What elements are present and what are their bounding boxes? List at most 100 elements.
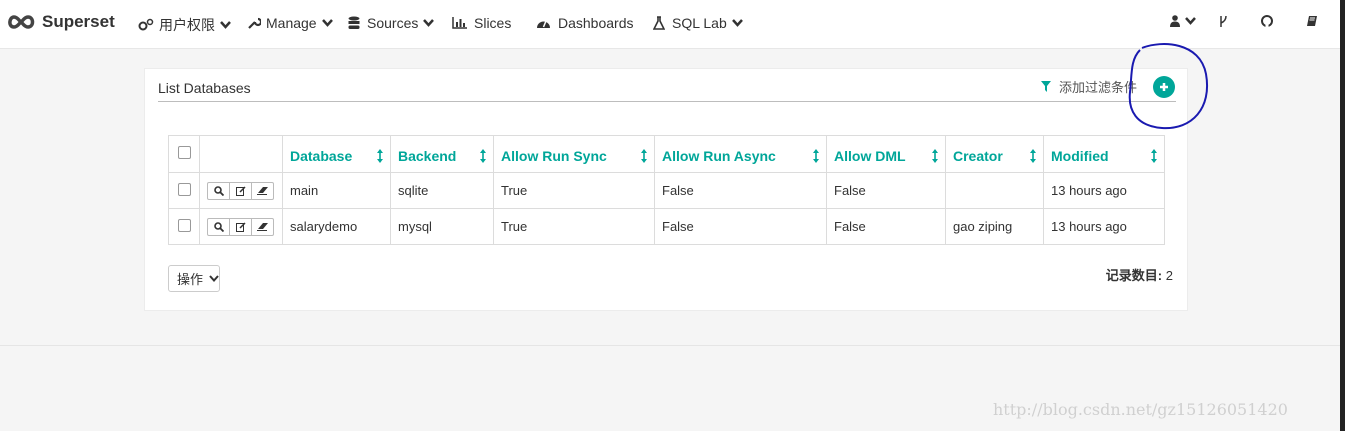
user-menu[interactable] bbox=[1170, 15, 1196, 27]
sort-icon bbox=[1030, 149, 1036, 163]
wrench-icon bbox=[248, 17, 261, 29]
col-database[interactable]: Database bbox=[282, 135, 391, 173]
cell-creator bbox=[945, 172, 1044, 209]
filter-icon bbox=[1041, 81, 1051, 92]
col-allow-run-sync[interactable]: Allow Run Sync bbox=[493, 135, 655, 173]
select-all-checkbox[interactable] bbox=[177, 146, 191, 159]
brand-name: Superset bbox=[42, 12, 115, 31]
search-icon bbox=[213, 185, 224, 196]
row-select-cell bbox=[168, 172, 200, 209]
flask-icon bbox=[653, 16, 665, 30]
sort-icon bbox=[1151, 149, 1157, 163]
cell-backend: sqlite bbox=[390, 172, 494, 209]
chevron-down-icon bbox=[321, 19, 333, 27]
column-header-label: Backend bbox=[398, 148, 457, 164]
select-all-cell bbox=[168, 135, 200, 173]
actions-dropdown[interactable]: 操作 bbox=[168, 265, 220, 292]
nav-link-slices[interactable]: Slices bbox=[452, 15, 511, 31]
user-icon bbox=[1170, 15, 1180, 27]
gears-icon bbox=[138, 18, 154, 31]
row-checkbox[interactable] bbox=[177, 182, 191, 196]
column-header-label: Modified bbox=[1051, 148, 1109, 164]
nav-label: SQL Lab bbox=[672, 15, 727, 31]
cell-allow-run-async: False bbox=[654, 172, 827, 209]
delete-record-button[interactable] bbox=[251, 182, 273, 199]
cell-backend: mysql bbox=[390, 208, 494, 245]
chevron-down-icon bbox=[220, 21, 231, 29]
cell-database: main bbox=[282, 172, 391, 209]
chevron-down-icon bbox=[209, 275, 219, 282]
delete-record-button[interactable] bbox=[251, 218, 273, 235]
edit-record-button[interactable] bbox=[229, 218, 251, 235]
nav-menu-sources[interactable]: Sources bbox=[348, 15, 435, 31]
window-edge bbox=[1340, 0, 1345, 431]
eraser-icon bbox=[256, 223, 268, 231]
col-allow-run-async[interactable]: Allow Run Async bbox=[654, 135, 827, 173]
record-count-value: 2 bbox=[1165, 268, 1173, 283]
table-row: main sqlite True False False 13 hours ag… bbox=[168, 172, 1165, 209]
dashboard-icon bbox=[537, 20, 550, 28]
cell-allow-dml: False bbox=[826, 172, 946, 209]
search-icon bbox=[213, 221, 224, 232]
watermark: http://blog.csdn.net/gz15126051420 bbox=[993, 400, 1288, 419]
col-backend[interactable]: Backend bbox=[390, 135, 494, 173]
nav-label: Manage bbox=[266, 15, 317, 31]
hand-drawn-circle-annotation bbox=[1128, 43, 1209, 130]
table-header-row: Database Backend Allow Run Sync Allow Ru… bbox=[168, 135, 1165, 173]
book-icon bbox=[1307, 16, 1317, 26]
sort-icon bbox=[377, 149, 383, 163]
show-record-button[interactable] bbox=[208, 219, 229, 235]
column-header-label: Allow Run Sync bbox=[501, 148, 607, 164]
eraser-icon bbox=[256, 187, 268, 195]
record-count: 记录数目: 2 bbox=[1106, 265, 1173, 284]
nav-link-dashboards[interactable]: Dashboards bbox=[536, 15, 634, 31]
edit-record-button[interactable] bbox=[229, 182, 251, 199]
record-count-label: 记录数目: bbox=[1105, 268, 1163, 283]
divider bbox=[158, 101, 1176, 102]
nav-menu-manage[interactable]: Manage bbox=[247, 15, 333, 31]
col-allow-dml[interactable]: Allow DML bbox=[826, 135, 946, 173]
list-databases-panel: List Databases 添加过滤条件 Database Backend A… bbox=[144, 68, 1188, 311]
edit-icon bbox=[235, 221, 246, 232]
panel-title: List Databases bbox=[158, 80, 251, 96]
nav-menu-sqllab[interactable]: SQL Lab bbox=[653, 15, 743, 31]
row-actions bbox=[199, 172, 283, 209]
actions-dropdown-label: 操作 bbox=[177, 272, 204, 287]
column-header-label: Allow DML bbox=[834, 148, 906, 164]
row-checkbox[interactable] bbox=[177, 218, 191, 232]
actions-header bbox=[199, 135, 283, 173]
col-modified[interactable]: Modified bbox=[1043, 135, 1165, 173]
chevron-down-icon bbox=[1185, 17, 1196, 25]
nav-label: Dashboards bbox=[558, 15, 634, 31]
cell-allow-run-sync: True bbox=[493, 208, 655, 245]
docs-link[interactable] bbox=[1306, 15, 1318, 27]
footer-divider bbox=[0, 345, 1340, 346]
nav-label: Slices bbox=[474, 15, 512, 31]
git-branch-icon bbox=[1220, 15, 1227, 27]
row-select-cell bbox=[168, 208, 200, 245]
nav-label: 用户权限 bbox=[159, 17, 215, 33]
brand-logo[interactable]: Superset bbox=[6, 12, 115, 32]
sort-icon bbox=[813, 149, 819, 163]
cell-allow-run-async: False bbox=[654, 208, 827, 245]
chevron-down-icon bbox=[423, 19, 435, 27]
cell-database: salarydemo bbox=[282, 208, 391, 245]
github-icon bbox=[1261, 15, 1273, 27]
infinity-logo-icon bbox=[8, 15, 35, 29]
sort-icon bbox=[932, 149, 938, 163]
sort-icon bbox=[641, 149, 647, 163]
row-actions bbox=[199, 208, 283, 245]
sort-icon bbox=[480, 149, 486, 163]
cell-creator-link[interactable]: gao ziping bbox=[945, 208, 1044, 245]
github-link[interactable] bbox=[1261, 15, 1273, 27]
column-header-label: Allow Run Async bbox=[662, 148, 776, 164]
column-header-label: Database bbox=[290, 148, 353, 164]
cell-modified: 13 hours ago bbox=[1043, 208, 1165, 245]
show-record-button[interactable] bbox=[208, 183, 229, 199]
col-creator[interactable]: Creator bbox=[945, 135, 1044, 173]
table-row: salarydemo mysql True False False gao zi… bbox=[168, 208, 1165, 245]
version-link[interactable] bbox=[1219, 15, 1228, 28]
nav-menu-security[interactable]: 用户权限 bbox=[138, 15, 231, 35]
cell-allow-dml: False bbox=[826, 208, 946, 245]
nav-label: Sources bbox=[367, 15, 419, 31]
